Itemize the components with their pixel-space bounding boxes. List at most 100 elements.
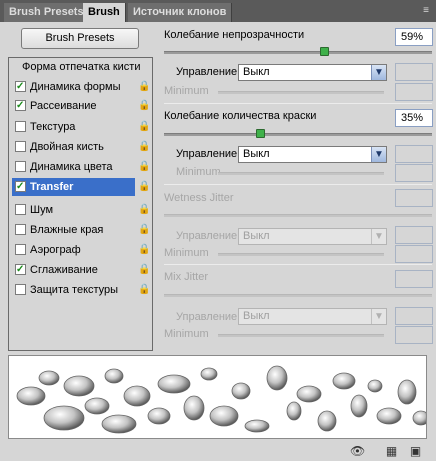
opacity-minimum-label: Minimum: [164, 85, 209, 97]
checkbox[interactable]: [15, 141, 26, 152]
lock-icon[interactable]: 🔒: [138, 161, 150, 173]
checkbox[interactable]: [15, 261, 26, 279]
list-item-label: Шум: [30, 204, 54, 216]
flow-control-extra: [395, 145, 433, 163]
list-item-label: Динамика цвета: [30, 161, 113, 173]
wetness-jitter-label: Wetness Jitter: [164, 192, 234, 204]
checkbox[interactable]: [15, 284, 26, 295]
list-item-dual-brush[interactable]: Двойная кисть: [12, 138, 140, 156]
chevron-down-icon[interactable]: ▼: [371, 147, 386, 162]
brush-tip-shape-header[interactable]: Форма отпечатка кисти: [22, 61, 140, 73]
tab-brush[interactable]: Brush: [83, 3, 126, 22]
panel-menu-icon[interactable]: ≡: [419, 4, 433, 18]
mix-minimum-field[interactable]: [395, 326, 433, 344]
checkbox[interactable]: [15, 204, 26, 215]
flow-minimum-label: Minimum: [176, 166, 221, 178]
checkbox[interactable]: [15, 178, 26, 196]
lock-icon[interactable]: 🔒: [138, 81, 150, 93]
list-item-label: Аэрограф: [30, 244, 81, 256]
opacity-minimum-field[interactable]: [395, 83, 433, 101]
list-item-label: Динамика формы: [30, 81, 121, 93]
slider-thumb[interactable]: [256, 129, 265, 138]
flow-minimum-field[interactable]: [395, 164, 433, 182]
lock-icon[interactable]: 🔒: [138, 264, 150, 276]
list-item-label: Защита текстуры: [30, 284, 119, 296]
mix-control-extra: [395, 307, 433, 325]
opacity-minimum-slider[interactable]: [218, 91, 384, 94]
chevron-down-icon[interactable]: ▼: [371, 309, 386, 324]
brush-stroke-preview-graphic: [16, 365, 426, 434]
select-value: Выкл: [243, 66, 270, 78]
flow-control-label: Управление:: [176, 148, 241, 160]
new-preset-icon[interactable]: ▣: [408, 444, 423, 459]
wetness-minimum-label: Minimum: [164, 247, 209, 259]
tab-clone-source[interactable]: Источник клонов: [128, 3, 233, 22]
wetness-minimum-field[interactable]: [395, 245, 433, 263]
brush-presets-button[interactable]: Brush Presets: [21, 28, 139, 49]
list-item-transfer[interactable]: Transfer: [12, 178, 135, 196]
list-item-smoothing[interactable]: Сглаживание: [12, 261, 140, 279]
lock-icon[interactable]: 🔒: [138, 284, 150, 296]
checkbox[interactable]: [15, 97, 26, 115]
eye-brush-icon[interactable]: 👁: [350, 444, 365, 459]
chevron-down-icon[interactable]: ▼: [371, 229, 386, 244]
slider-thumb[interactable]: [320, 47, 329, 56]
checkbox[interactable]: [15, 244, 26, 255]
opacity-control-label: Управление:: [176, 66, 241, 78]
wetness-control-select[interactable]: Выкл ▼: [238, 228, 387, 245]
grid-icon[interactable]: ▦: [384, 444, 399, 459]
checkbox[interactable]: [15, 224, 26, 235]
select-value: Выкл: [243, 310, 270, 322]
mix-minimum-label: Minimum: [164, 328, 209, 340]
brush-stroke-preview: [8, 355, 427, 439]
opacity-jitter-field[interactable]: 59%: [395, 28, 433, 46]
list-item-shape-dynamics[interactable]: Динамика формы: [12, 78, 140, 96]
flow-jitter-slider[interactable]: [164, 133, 432, 136]
wetness-minimum-slider[interactable]: [218, 253, 384, 256]
list-item-wet-edges[interactable]: Влажные края: [12, 221, 140, 239]
wetness-jitter-field[interactable]: [395, 189, 433, 207]
flow-jitter-field[interactable]: 35%: [395, 109, 433, 127]
select-value: Выкл: [243, 148, 270, 160]
lock-icon[interactable]: 🔒: [138, 100, 150, 112]
wetness-control-label: Управление:: [176, 230, 241, 242]
lock-icon[interactable]: 🔒: [138, 121, 150, 133]
list-item-label: Transfer: [30, 181, 74, 193]
flow-jitter-label: Колебание количества краски: [164, 110, 317, 122]
mix-control-select[interactable]: Выкл ▼: [238, 308, 387, 325]
divider: [164, 103, 432, 104]
divider: [164, 264, 432, 265]
lock-icon[interactable]: 🔒: [138, 224, 150, 236]
list-item-texture[interactable]: Текстура: [12, 118, 140, 136]
opacity-jitter-slider[interactable]: [164, 51, 432, 54]
lock-icon[interactable]: 🔒: [138, 244, 150, 256]
mix-jitter-field[interactable]: [395, 270, 433, 288]
list-item-noise[interactable]: Шум: [12, 201, 140, 219]
list-item-scattering[interactable]: Рассеивание: [12, 97, 140, 115]
flow-minimum-slider[interactable]: [218, 172, 384, 175]
list-item-airbrush[interactable]: Аэрограф: [12, 241, 140, 259]
lock-icon[interactable]: 🔒: [138, 204, 150, 216]
lock-icon[interactable]: 🔒: [138, 141, 150, 153]
list-item-protect-texture[interactable]: Защита текстуры: [12, 281, 140, 299]
tab-brush-presets[interactable]: Brush Presets: [4, 3, 90, 22]
lock-icon[interactable]: 🔒: [138, 181, 150, 193]
list-item-color-dynamics[interactable]: Динамика цвета: [12, 158, 140, 176]
mix-jitter-slider[interactable]: [164, 294, 432, 297]
list-item-label: Рассеивание: [30, 100, 97, 112]
flow-control-select[interactable]: Выкл ▼: [238, 146, 387, 163]
mix-jitter-label: Mix Jitter: [164, 271, 208, 283]
wetness-jitter-slider[interactable]: [164, 214, 432, 217]
list-item-label: Двойная кисть: [30, 141, 104, 153]
checkbox[interactable]: [15, 78, 26, 96]
bottom-toolbar: 👁 ▦ ▣: [0, 442, 436, 461]
checkbox[interactable]: [15, 121, 26, 132]
list-item-label: Текстура: [30, 121, 76, 133]
checkbox[interactable]: [15, 161, 26, 172]
opacity-control-select[interactable]: Выкл ▼: [238, 64, 387, 81]
list-item-label: Сглаживание: [30, 264, 98, 276]
mix-minimum-slider[interactable]: [218, 334, 384, 337]
mix-control-label: Управление:: [176, 311, 241, 323]
chevron-down-icon[interactable]: ▼: [371, 65, 386, 80]
wetness-control-extra: [395, 226, 433, 244]
